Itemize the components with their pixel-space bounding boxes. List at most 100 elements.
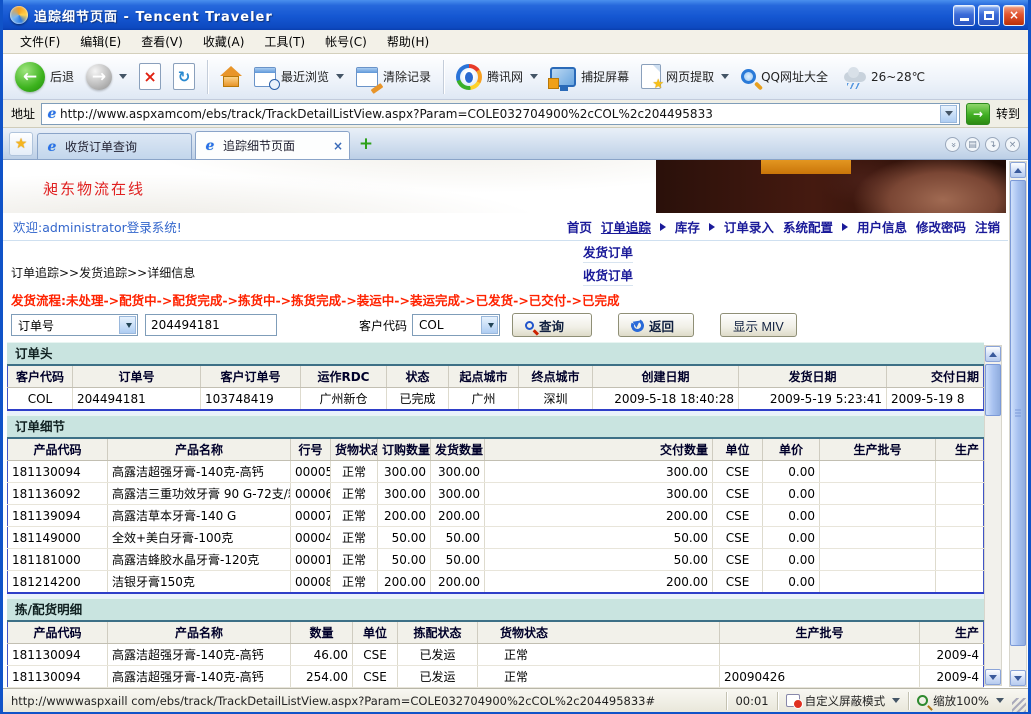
tab-close-all-button[interactable]: × [1005,137,1020,152]
cell: CSE [713,571,763,594]
submenu-ship-order[interactable]: 发货订单 [583,242,633,263]
return-button[interactable]: 返回 [618,313,694,337]
menu-view[interactable]: 查看(V) [132,30,192,53]
recent-browse-button[interactable]: 最近浏览 [248,63,350,91]
order-field-select[interactable]: 订单号 [11,314,138,336]
new-tab-button[interactable]: + [355,133,377,155]
scroll-up-button[interactable] [985,346,1001,362]
query-button[interactable]: 查询 [512,313,592,337]
show-miv-button[interactable]: 显示 MIV [720,313,797,337]
menu-account[interactable]: 帐号(C) [316,30,376,53]
cell: 000060 [291,483,331,505]
cell: 广州新仓 [301,388,387,411]
tab-list-button[interactable]: » [945,137,960,152]
close-button[interactable]: × [1003,5,1025,26]
ie-tab-icon: e [44,139,60,155]
cell: 高露洁超强牙膏-140克-高钙 [108,461,291,483]
favorites-button[interactable]: ★ [9,132,33,156]
nav-order-entry[interactable]: 订单录入 [724,217,774,236]
menu-tools[interactable]: 工具(T) [255,30,314,53]
qq-nav-button[interactable]: QQ网址大全 [735,64,834,89]
cell: 200.00 [378,505,431,527]
maximize-button[interactable] [978,5,1000,26]
capture-screen-button[interactable]: 捕捉屏幕 [544,63,635,91]
nav-user-info[interactable]: 用户信息 [857,217,907,236]
column-header: 客户订单号 [201,365,301,388]
nav-system-config[interactable]: 系统配置 [783,217,833,236]
forward-button[interactable]: → [80,60,133,94]
go-button[interactable]: → [966,103,990,125]
recent-dropdown-icon [336,74,344,79]
nav-arrow-icon [842,223,848,231]
order-field-value: 订单号 [12,317,119,334]
url-text[interactable]: http://www.aspxamcom/ebs/track/TrackDeta… [60,107,940,121]
nav-home[interactable]: 首页 [567,217,592,236]
column-header: 运作RDC [301,365,387,388]
order-number-input[interactable] [145,314,277,336]
scroll-down-button[interactable] [985,669,1001,685]
monitor-icon [550,67,576,87]
minimize-button[interactable] [953,5,975,26]
submenu-receive-order[interactable]: 收货订单 [583,265,633,286]
cell: 高露洁超强牙膏-140克-高钙 [108,666,291,688]
block-mode-control[interactable]: 自定义屏蔽模式 [778,689,909,712]
menu-bar: 文件(F) 编辑(E) 查看(V) 收藏(A) 工具(T) 帐号(C) 帮助(H… [3,30,1028,54]
cell: 200.00 [378,571,431,594]
clear-history-button[interactable]: 清除记录 [350,63,437,91]
menu-help[interactable]: 帮助(H) [378,30,438,53]
forward-dropdown-icon [119,74,127,79]
refresh-button[interactable]: ↻ [167,59,201,94]
scroll-down-button[interactable] [1010,670,1026,686]
zoom-control[interactable]: 缩放100% [909,689,1012,712]
customer-code-select[interactable]: COL [412,314,500,336]
order-header-table: 客户代码订单号客户订单号运作RDC状态起点城市终点城市创建日期发货日期交付日期C… [7,364,984,411]
cell: 181130094 [8,666,108,688]
cell: CSE [713,505,763,527]
content-scrollbar[interactable] [984,345,1002,686]
back-button[interactable]: ← 后退 [9,58,80,96]
scrollbar-thumb[interactable] [985,364,1001,416]
nav-logout[interactable]: 注销 [975,217,1000,236]
qq-dropdown-icon [530,74,538,79]
customer-code-value: COL [413,318,481,332]
tab-pages-button[interactable]: ▤ [965,137,980,152]
tab-receive-order-query[interactable]: e 收货订单查询 [37,133,192,159]
tab-pin-button[interactable]: ↴ [985,137,1000,152]
resize-grip[interactable] [1012,698,1026,712]
cell [820,527,936,549]
address-bar: 地址 e http://www.aspxamcom/ebs/track/Trac… [3,100,1028,128]
browser-scrollbar[interactable] [1009,161,1027,687]
scroll-up-button[interactable] [1010,162,1026,178]
tab-label: 收货订单查询 [65,138,137,155]
cell: 0.00 [763,505,820,527]
weather-widget[interactable]: 26~28℃ [844,70,925,84]
tab-close-icon[interactable]: × [333,139,343,153]
home-button[interactable] [214,62,248,92]
cell: 103748419 [201,388,301,411]
menu-file[interactable]: 文件(F) [11,30,69,53]
url-dropdown-button[interactable] [940,105,957,123]
nav-change-password[interactable]: 修改密码 [916,217,966,236]
forward-icon: → [86,64,112,90]
web-extract-button[interactable]: ★ 网页提取 [635,60,735,93]
cell: 广州 [449,388,519,411]
tab-track-detail[interactable]: e 追踪细节页面 × [195,131,350,159]
column-header: 货物状态 [331,438,378,461]
search-form: 订单号 客户代码 COL 查询 返回 显示 MIV [11,312,797,338]
site-title: 昶东物流在线 [43,178,145,199]
menu-favorites[interactable]: 收藏(A) [194,30,254,53]
nav-inventory[interactable]: 库存 [675,217,700,236]
qq-site-button[interactable]: 腾讯网 [450,60,544,94]
address-field[interactable]: e http://www.aspxamcom/ebs/track/TrackDe… [41,103,960,125]
menu-edit[interactable]: 编辑(E) [71,30,130,53]
column-header: 行号 [291,438,331,461]
chevron-down-icon [996,698,1004,703]
nav-order-tracking[interactable]: 订单追踪 [601,217,651,236]
cell: 000010 [291,549,331,571]
cell: 正常 [478,666,720,688]
cell: 300.00 [431,461,485,483]
stop-button[interactable]: × [133,59,167,94]
cell: 300.00 [431,483,485,505]
stop-icon: × [139,63,161,90]
scrollbar-thumb[interactable] [1010,180,1026,646]
